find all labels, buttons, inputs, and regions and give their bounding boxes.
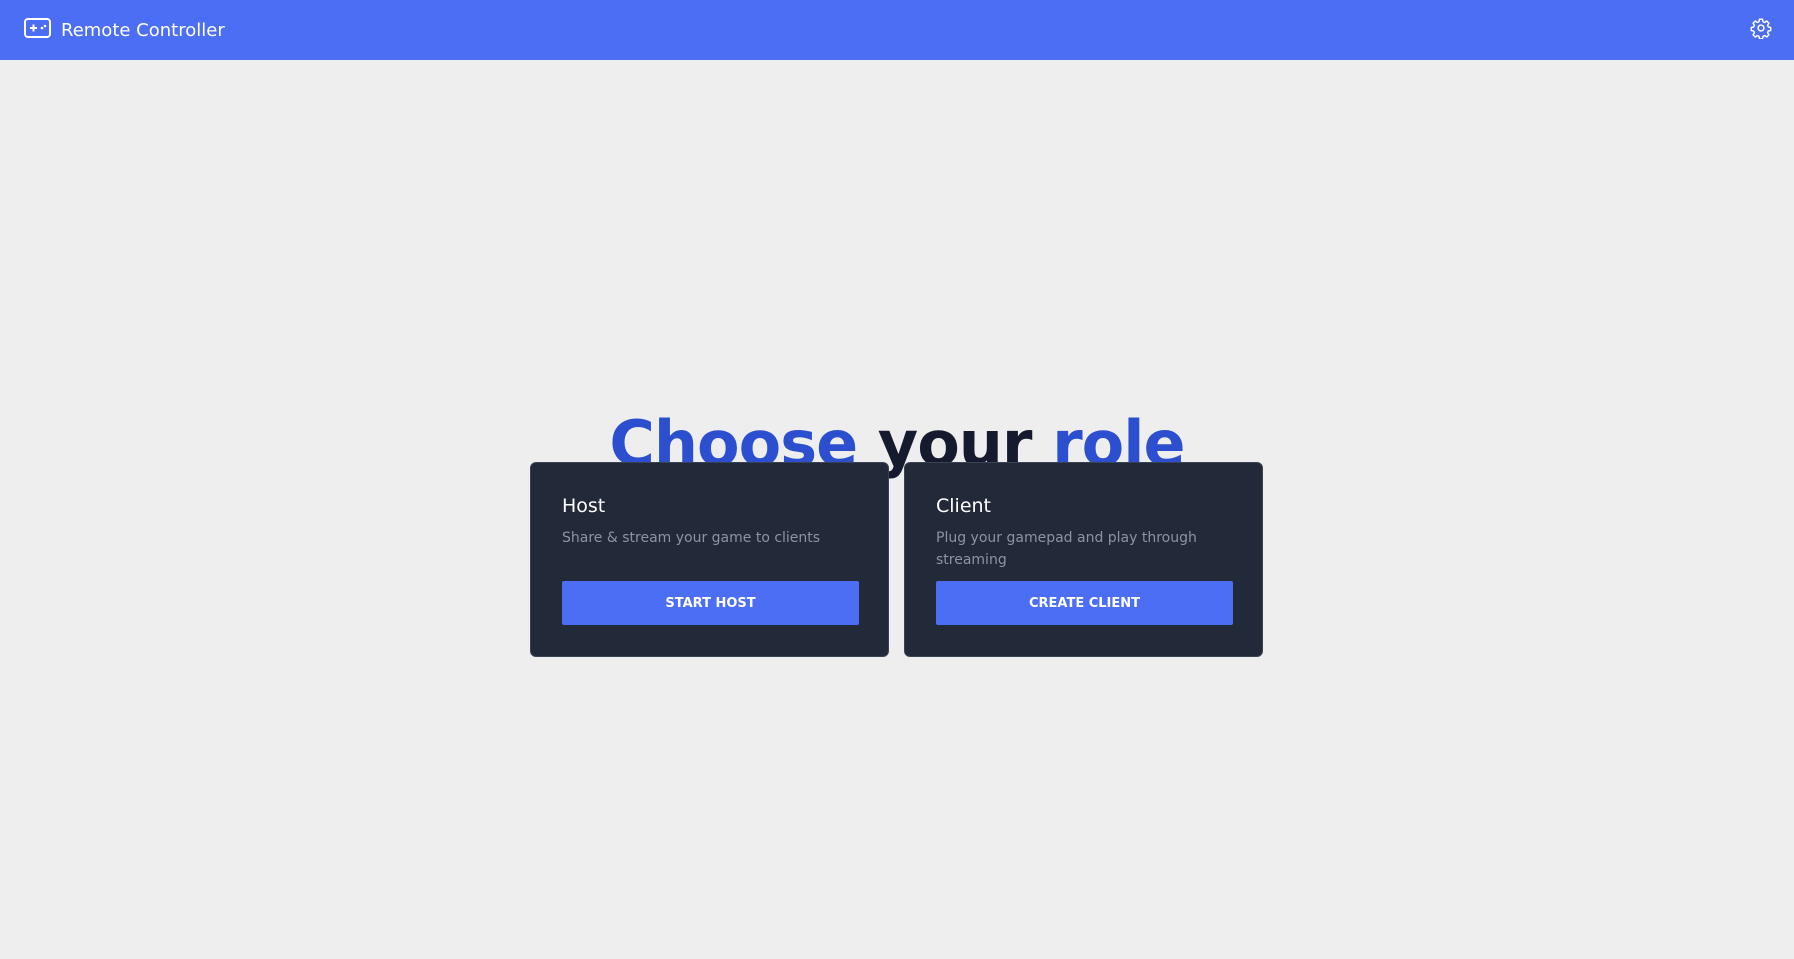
- gamepad-icon: [24, 18, 51, 42]
- client-card: Client Plug your gamepad and play throug…: [904, 462, 1263, 657]
- brand: Remote Controller: [24, 18, 225, 42]
- start-host-button[interactable]: START HOST: [562, 581, 859, 625]
- gear-icon: [1750, 17, 1772, 43]
- role-cards: Host Share & stream your game to clients…: [530, 462, 1264, 657]
- create-client-button[interactable]: CREATE CLIENT: [936, 581, 1233, 625]
- app-header: Remote Controller: [0, 0, 1794, 60]
- host-card-description: Share & stream your game to clients: [562, 530, 821, 546]
- app-title: Remote Controller: [61, 19, 225, 41]
- host-card: Host Share & stream your game to clients…: [530, 462, 889, 657]
- host-card-title: Host: [562, 495, 606, 517]
- client-card-description: Plug your gamepad and play through strea…: [936, 530, 1197, 568]
- client-card-title: Client: [936, 495, 992, 517]
- settings-button[interactable]: [1748, 17, 1774, 43]
